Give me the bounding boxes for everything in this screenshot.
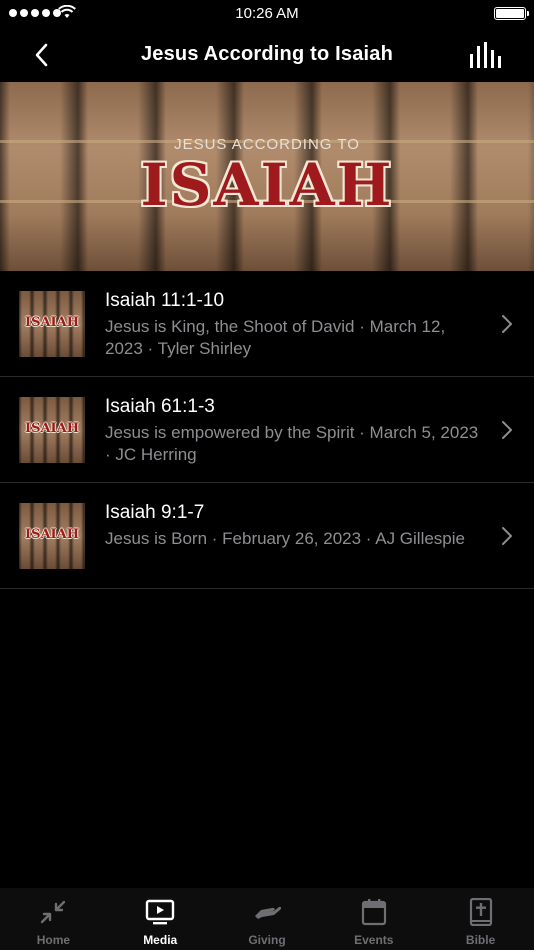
chevron-right-icon <box>502 315 512 333</box>
list-item[interactable]: ISAIAH Isaiah 9:1-7 Jesus is Born · Febr… <box>0 483 534 589</box>
sermon-title: Isaiah 9:1-7 <box>105 502 205 523</box>
tab-events[interactable]: Events <box>320 888 427 950</box>
series-banner: JESUS ACCORDING TO ISAIAH <box>0 82 534 271</box>
list-item[interactable]: ISAIAH Isaiah 61:1-3 Jesus is empowered … <box>0 377 534 483</box>
sermon-list: ISAIAH Isaiah 11:1-10 Jesus is King, the… <box>0 271 534 589</box>
status-bar: 10:26 AM <box>0 0 534 28</box>
collapse-arrows-icon <box>41 900 66 924</box>
tab-bible[interactable]: Bible <box>427 888 534 950</box>
sermon-title: Isaiah 11:1-10 <box>105 290 225 311</box>
page-title: Jesus According to Isaiah <box>140 43 394 65</box>
sermon-thumbnail: ISAIAH <box>19 291 85 357</box>
hand-icon <box>254 906 282 919</box>
chevron-right-icon <box>502 527 512 545</box>
calendar-icon <box>361 899 386 926</box>
sermon-thumbnail: ISAIAH <box>19 503 85 569</box>
status-time: 10:26 AM <box>235 5 299 22</box>
battery-icon <box>494 7 529 20</box>
sermon-subtitle: Jesus is Born · February 26, 2023 · AJ G… <box>105 529 465 548</box>
sermon-thumbnail: ISAIAH <box>19 397 85 463</box>
tv-play-icon <box>145 899 175 925</box>
chevron-right-icon <box>502 421 512 439</box>
banner-title: ISAIAH <box>140 151 394 219</box>
bible-icon <box>469 898 492 926</box>
tab-home[interactable]: Home <box>0 888 107 950</box>
tab-giving[interactable]: Giving <box>214 888 321 950</box>
sermon-title: Isaiah 61:1-3 <box>105 396 215 417</box>
sermon-subtitle: Jesus is empowered by the Spirit · March… <box>105 423 479 464</box>
tab-bar: Home Media Giving Events Bible <box>0 888 534 950</box>
sermon-subtitle: Jesus is King, the Shoot of David · Marc… <box>105 317 446 358</box>
audio-bars-icon[interactable] <box>468 42 502 68</box>
navigation-bar: Jesus According to Isaiah <box>0 28 534 82</box>
list-item[interactable]: ISAIAH Isaiah 11:1-10 Jesus is King, the… <box>0 271 534 377</box>
tab-media[interactable]: Media <box>107 888 214 950</box>
